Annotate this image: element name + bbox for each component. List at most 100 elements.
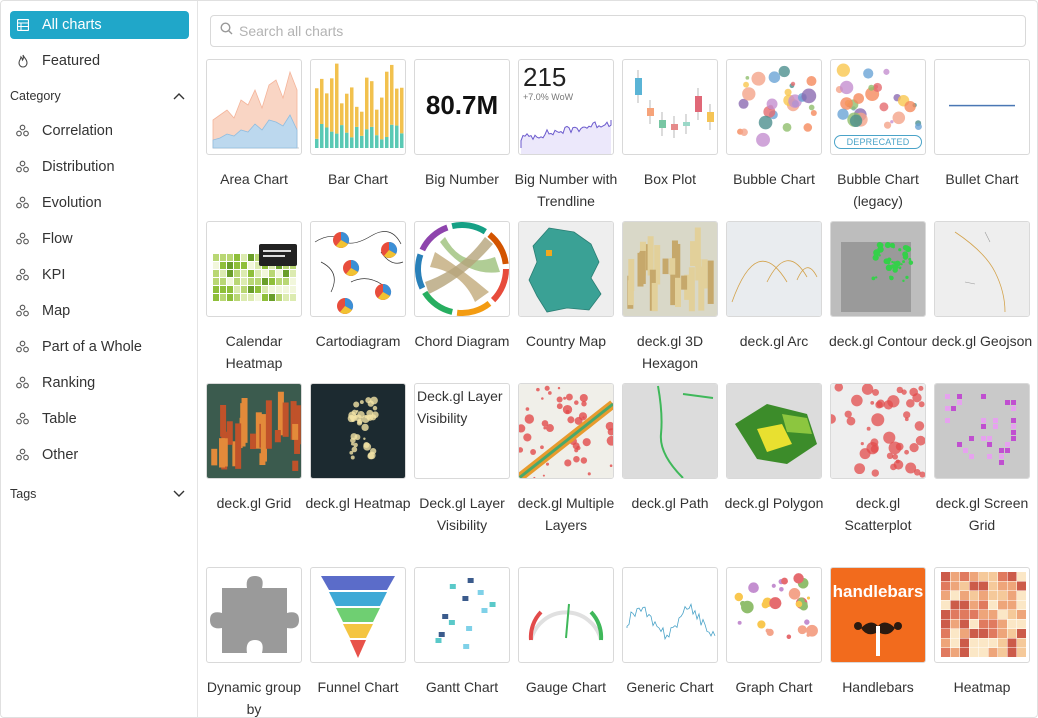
chart-card-label: Dynamic group by	[206, 679, 302, 717]
category-item-other[interactable]: Other	[10, 442, 189, 468]
table-icon	[16, 18, 30, 32]
category-item-map[interactable]: Map	[10, 298, 189, 324]
chart-card-deck-gl-layer-visibility[interactable]: Deck.gl Layer Visibility Deck.gl Layer Vi…	[414, 383, 510, 536]
chart-card-bullet-chart[interactable]: Bullet Chart	[934, 59, 1030, 190]
chart-card-funnel-chart[interactable]: Funnel Chart	[310, 567, 406, 698]
chart-card-deck-gl-path[interactable]: deck.gl Path	[622, 383, 718, 514]
chart-card-big-number-with-trendline[interactable]: 215 +7.0% WoW Big Number with Trendline	[515, 59, 617, 212]
chart-card-label: deck.gl Arc	[739, 333, 809, 349]
chart-card-label: deck.gl Scatterplot	[844, 495, 912, 533]
category-item-correlation[interactable]: Correlation	[10, 118, 189, 144]
tags-heading: Tags	[10, 487, 37, 501]
trendline-delta: +7.0% WoW	[523, 92, 574, 102]
big-number-value: 80.7M	[425, 90, 499, 120]
chart-card-bubble-chart[interactable]: Bubble Chart	[726, 59, 822, 190]
chart-thumbnail	[518, 383, 614, 479]
category-item-table[interactable]: Table	[10, 406, 189, 432]
chart-card-heatmap[interactable]: Heatmap	[934, 567, 1030, 698]
category-label: Part of a Whole	[42, 339, 142, 355]
chart-thumbnail	[310, 567, 406, 663]
chart-card-deck-gl-heatmap[interactable]: deck.gl Heatmap	[305, 383, 411, 514]
chart-card-country-map[interactable]: Country Map	[518, 221, 614, 352]
chart-thumbnail	[934, 59, 1030, 155]
nav-all-charts[interactable]: All charts	[10, 11, 189, 39]
tags-section-header[interactable]: Tags	[10, 484, 185, 504]
search-box[interactable]	[210, 15, 1026, 47]
chart-card-deck-gl-polygon[interactable]: deck.gl Polygon	[725, 383, 823, 514]
chart-card-area-chart[interactable]: Area Chart	[206, 59, 302, 190]
chart-card-label: Box Plot	[643, 171, 697, 187]
chart-thumbnail	[622, 221, 718, 317]
chart-thumbnail	[726, 59, 822, 155]
chart-thumbnail: 215 +7.0% WoW	[518, 59, 614, 155]
chart-card-deck-gl-geojson[interactable]: deck.gl Geojson	[932, 221, 1032, 352]
chart-card-deck-gl-scatterplot[interactable]: deck.gl Scatterplot	[830, 383, 926, 536]
chart-thumbnail	[622, 567, 718, 663]
category-item-ranking[interactable]: Ranking	[10, 370, 189, 396]
app-frame: All charts Featured Category Correlation…	[0, 0, 1038, 718]
chart-card-label: Country Map	[525, 333, 607, 349]
category-label: Map	[42, 303, 71, 319]
search-input[interactable]	[239, 23, 999, 39]
category-icon	[16, 196, 30, 210]
chart-card-dynamic-group-by[interactable]: Dynamic group by	[206, 567, 302, 717]
broken-image-alt: Deck.gl Layer Visibility	[417, 388, 503, 426]
chart-card-big-number[interactable]: 80.7M Big Number	[414, 59, 510, 190]
chart-card-gauge-chart[interactable]: Gauge Chart	[518, 567, 614, 698]
category-item-kpi[interactable]: KPI	[10, 262, 189, 288]
chart-card-generic-chart[interactable]: Generic Chart	[622, 567, 718, 698]
chart-card-deck-gl-multiple-layers[interactable]: deck.gl Multiple Layers	[518, 383, 614, 536]
category-icon	[16, 268, 30, 282]
category-icon	[16, 124, 30, 138]
chart-card-label: deck.gl Heatmap	[305, 495, 411, 511]
category-label: Distribution	[42, 159, 115, 175]
chart-card-label: deck.gl Polygon	[724, 495, 824, 511]
category-item-evolution[interactable]: Evolution	[10, 190, 189, 216]
category-label: Other	[42, 447, 79, 463]
chart-thumbnail	[206, 59, 302, 155]
chart-card-label: Gauge Chart	[525, 679, 607, 695]
chart-card-label: Area Chart	[220, 171, 288, 187]
chart-thumbnail	[830, 383, 926, 479]
chart-card-deck-gl-arc[interactable]: deck.gl Arc	[726, 221, 822, 352]
category-heading: Category	[10, 89, 61, 103]
fire-icon	[16, 54, 30, 68]
chart-card-handlebars[interactable]: handlebars Handlebars	[830, 567, 926, 698]
chart-card-bubble-chart-legacy[interactable]: DEPRECATED Bubble Chart (legacy)	[830, 59, 926, 212]
chart-card-label: deck.gl Grid	[216, 495, 292, 511]
chart-thumbnail	[310, 221, 406, 317]
chart-card-bar-chart[interactable]: Bar Chart	[310, 59, 406, 190]
chart-card-label: Heatmap	[953, 679, 1011, 695]
chart-card-cartodiagram[interactable]: Cartodiagram	[310, 221, 406, 352]
chart-thumbnail	[934, 567, 1030, 663]
category-label: KPI	[42, 267, 66, 283]
chart-card-box-plot[interactable]: Box Plot	[622, 59, 718, 190]
chart-card-label: Chord Diagram	[414, 333, 510, 349]
nav-featured[interactable]: Featured	[10, 47, 189, 75]
chart-card-calendar-heatmap[interactable]: Calendar Heatmap	[206, 221, 302, 374]
chart-card-gantt-chart[interactable]: Gantt Chart	[414, 567, 510, 698]
category-item-part-of-a-whole[interactable]: Part of a Whole	[10, 334, 189, 360]
category-item-distribution[interactable]: Distribution	[10, 154, 189, 180]
chart-card-deck-gl-grid[interactable]: deck.gl Grid	[206, 383, 302, 514]
sidebar: All charts Featured Category Correlation…	[1, 1, 198, 717]
chart-card-label: Deck.gl Layer Visibility	[419, 495, 505, 533]
chart-card-label: Bubble Chart	[733, 171, 815, 187]
chart-card-label: Bar Chart	[328, 171, 388, 187]
category-section-header[interactable]: Category	[10, 86, 185, 106]
chart-card-label: Calendar Heatmap	[225, 333, 283, 371]
category-item-flow[interactable]: Flow	[10, 226, 189, 252]
chart-card-label: deck.gl Contour	[828, 333, 928, 349]
category-icon	[16, 160, 30, 174]
chart-thumbnail	[830, 221, 926, 317]
chart-card-deck-gl-screen-grid[interactable]: deck.gl Screen Grid	[934, 383, 1030, 536]
chart-thumbnail: Deck.gl Layer Visibility	[414, 383, 510, 479]
chart-card-chord-diagram[interactable]: Chord Diagram	[414, 221, 510, 352]
chart-card-deck-gl-contour[interactable]: deck.gl Contour	[829, 221, 927, 352]
chart-thumbnail: 80.7M	[414, 59, 510, 155]
chart-card-deck-gl-3d-hexagon[interactable]: deck.gl 3D Hexagon	[622, 221, 718, 374]
chart-card-label: deck.gl Geojson	[931, 333, 1033, 349]
trendline-value: 215	[523, 62, 567, 92]
nav-featured-label: Featured	[42, 53, 101, 69]
chart-card-graph-chart[interactable]: Graph Chart	[726, 567, 822, 698]
